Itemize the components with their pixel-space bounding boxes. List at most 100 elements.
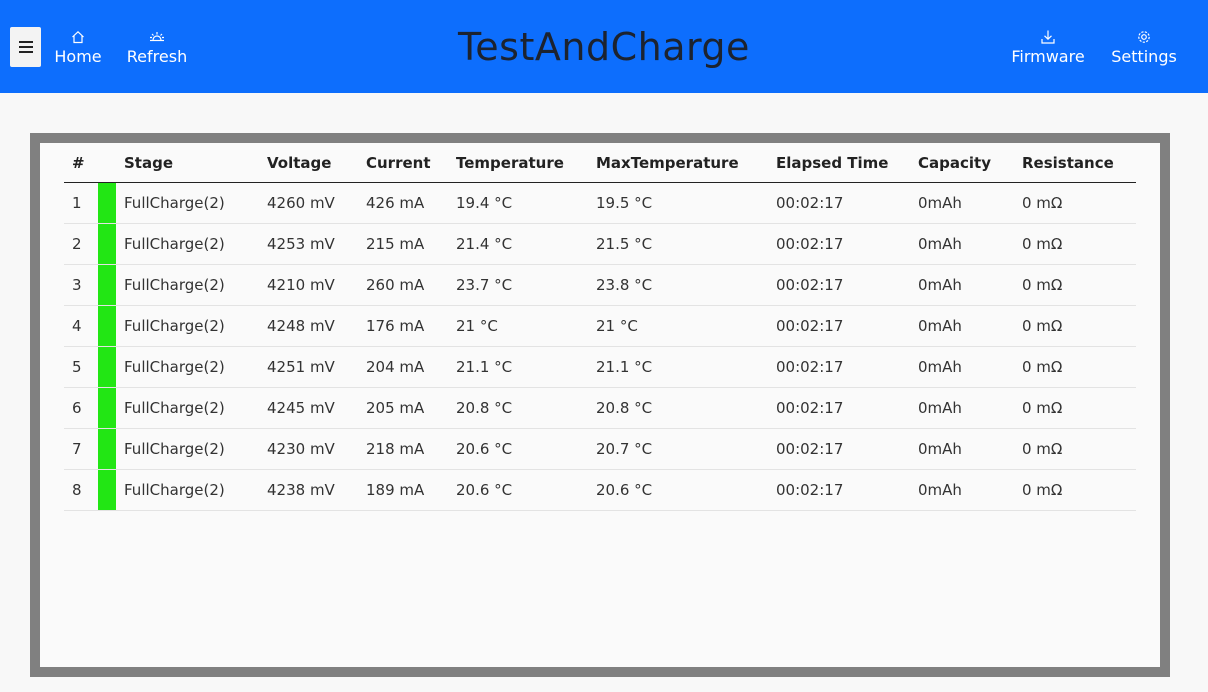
status-indicator-cell — [98, 469, 116, 511]
cell-resistance: 0 mΩ — [1014, 264, 1136, 306]
status-indicator — [98, 224, 116, 264]
cell-stage: FullCharge(2) — [116, 387, 259, 429]
cell-temperature: 20.6 °C — [448, 428, 588, 470]
cell-temperature: 23.7 °C — [448, 264, 588, 306]
table-row: 1 FullCharge(2) 4260 mV 426 mA 19.4 °C 19.5 °… — [64, 182, 1136, 224]
status-indicator — [98, 429, 116, 469]
col-header-voltage: Voltage — [259, 143, 358, 183]
cell-resistance: 0 mΩ — [1014, 428, 1136, 470]
cell-capacity: 0mAh — [910, 346, 1014, 388]
nav-settings-label: Settings — [1111, 47, 1177, 66]
cell-number: 4 — [64, 305, 98, 347]
cell-number: 1 — [64, 182, 98, 224]
cell-max-temperature: 19.5 °C — [588, 182, 768, 224]
cell-voltage: 4251 mV — [259, 346, 358, 388]
status-indicator-cell — [98, 223, 116, 265]
cell-current: 218 mA — [358, 428, 448, 470]
status-indicator — [98, 388, 116, 428]
download-icon — [1006, 27, 1090, 45]
col-header-max-temperature: MaxTemperature — [588, 143, 768, 183]
status-indicator — [98, 183, 116, 223]
cell-max-temperature: 21 °C — [588, 305, 768, 347]
cell-elapsed-time: 00:02:17 — [768, 305, 910, 347]
cell-elapsed-time: 00:02:17 — [768, 346, 910, 388]
cell-temperature: 21 °C — [448, 305, 588, 347]
col-header-resistance: Resistance — [1014, 143, 1136, 183]
cell-capacity: 0mAh — [910, 387, 1014, 429]
cell-resistance: 0 mΩ — [1014, 305, 1136, 347]
cell-number: 5 — [64, 346, 98, 388]
status-indicator — [98, 470, 116, 510]
col-header-current: Current — [358, 143, 448, 183]
cell-max-temperature: 23.8 °C — [588, 264, 768, 306]
table-row: 2 FullCharge(2) 4253 mV 215 mA 21.4 °C 21.5 °… — [64, 223, 1136, 265]
cell-temperature: 19.4 °C — [448, 182, 588, 224]
cell-capacity: 0mAh — [910, 469, 1014, 511]
table-row: 5 FullCharge(2) 4251 mV 204 mA 21.1 °C 21.1 °… — [64, 346, 1136, 388]
nav-refresh[interactable]: Refresh — [124, 27, 190, 68]
content-frame: # Stage Voltage Current Temperature MaxT… — [30, 133, 1170, 677]
col-header-number: # — [64, 143, 98, 183]
table-row: 3 FullCharge(2) 4210 mV 260 mA 23.7 °C 23.8 °… — [64, 264, 1136, 306]
cell-temperature: 21.1 °C — [448, 346, 588, 388]
cell-capacity: 0mAh — [910, 264, 1014, 306]
status-indicator — [98, 265, 116, 305]
table-body: 1 FullCharge(2) 4260 mV 426 mA 19.4 °C 19.5 °… — [64, 182, 1136, 511]
cell-stage: FullCharge(2) — [116, 346, 259, 388]
cell-elapsed-time: 00:02:17 — [768, 223, 910, 265]
cell-stage: FullCharge(2) — [116, 182, 259, 224]
hamburger-icon — [18, 41, 33, 53]
cell-voltage: 4210 mV — [259, 264, 358, 306]
cell-voltage: 4248 mV — [259, 305, 358, 347]
cell-resistance: 0 mΩ — [1014, 182, 1136, 224]
content-panel: # Stage Voltage Current Temperature MaxT… — [40, 143, 1160, 667]
cell-capacity: 0mAh — [910, 305, 1014, 347]
cell-current: 205 mA — [358, 387, 448, 429]
gear-icon — [1108, 27, 1180, 45]
battery-status-table: # Stage Voltage Current Temperature MaxT… — [64, 143, 1136, 511]
cell-resistance: 0 mΩ — [1014, 387, 1136, 429]
col-header-elapsed-time: Elapsed Time — [768, 143, 910, 183]
cell-voltage: 4230 mV — [259, 428, 358, 470]
cell-voltage: 4245 mV — [259, 387, 358, 429]
cell-number: 2 — [64, 223, 98, 265]
cell-elapsed-time: 00:02:17 — [768, 387, 910, 429]
cell-temperature: 20.6 °C — [448, 469, 588, 511]
cell-voltage: 4238 mV — [259, 469, 358, 511]
nav-home-label: Home — [54, 47, 102, 66]
status-indicator-cell — [98, 182, 116, 224]
status-indicator-cell — [98, 305, 116, 347]
status-indicator-cell — [98, 264, 116, 306]
status-indicator — [98, 306, 116, 346]
cell-resistance: 0 mΩ — [1014, 346, 1136, 388]
cell-stage: FullCharge(2) — [116, 264, 259, 306]
cell-capacity: 0mAh — [910, 428, 1014, 470]
cell-stage: FullCharge(2) — [116, 223, 259, 265]
cell-temperature: 21.4 °C — [448, 223, 588, 265]
table-row: 4 FullCharge(2) 4248 mV 176 mA 21 °C 21 °C 00:… — [64, 305, 1136, 347]
cell-max-temperature: 21.1 °C — [588, 346, 768, 388]
cell-resistance: 0 mΩ — [1014, 223, 1136, 265]
cell-number: 7 — [64, 428, 98, 470]
hamburger-menu-button[interactable] — [10, 27, 41, 67]
table-row: 6 FullCharge(2) 4245 mV 205 mA 20.8 °C 20.8 °… — [64, 387, 1136, 429]
nav-firmware-label: Firmware — [1011, 47, 1085, 66]
cell-current: 189 mA — [358, 469, 448, 511]
cell-number: 8 — [64, 469, 98, 511]
cell-capacity: 0mAh — [910, 182, 1014, 224]
nav-firmware[interactable]: Firmware — [1006, 27, 1090, 68]
cell-stage: FullCharge(2) — [116, 469, 259, 511]
nav-settings[interactable]: Settings — [1108, 27, 1180, 68]
col-header-stage: Stage — [116, 143, 259, 183]
nav-home[interactable]: Home — [50, 27, 106, 68]
col-header-temperature: Temperature — [448, 143, 588, 183]
cell-current: 215 mA — [358, 223, 448, 265]
cell-max-temperature: 21.5 °C — [588, 223, 768, 265]
cell-current: 426 mA — [358, 182, 448, 224]
cell-max-temperature: 20.7 °C — [588, 428, 768, 470]
cell-current: 176 mA — [358, 305, 448, 347]
nav-refresh-label: Refresh — [126, 47, 188, 66]
cell-stage: FullCharge(2) — [116, 305, 259, 347]
cell-voltage: 4253 mV — [259, 223, 358, 265]
col-header-status — [98, 143, 116, 183]
